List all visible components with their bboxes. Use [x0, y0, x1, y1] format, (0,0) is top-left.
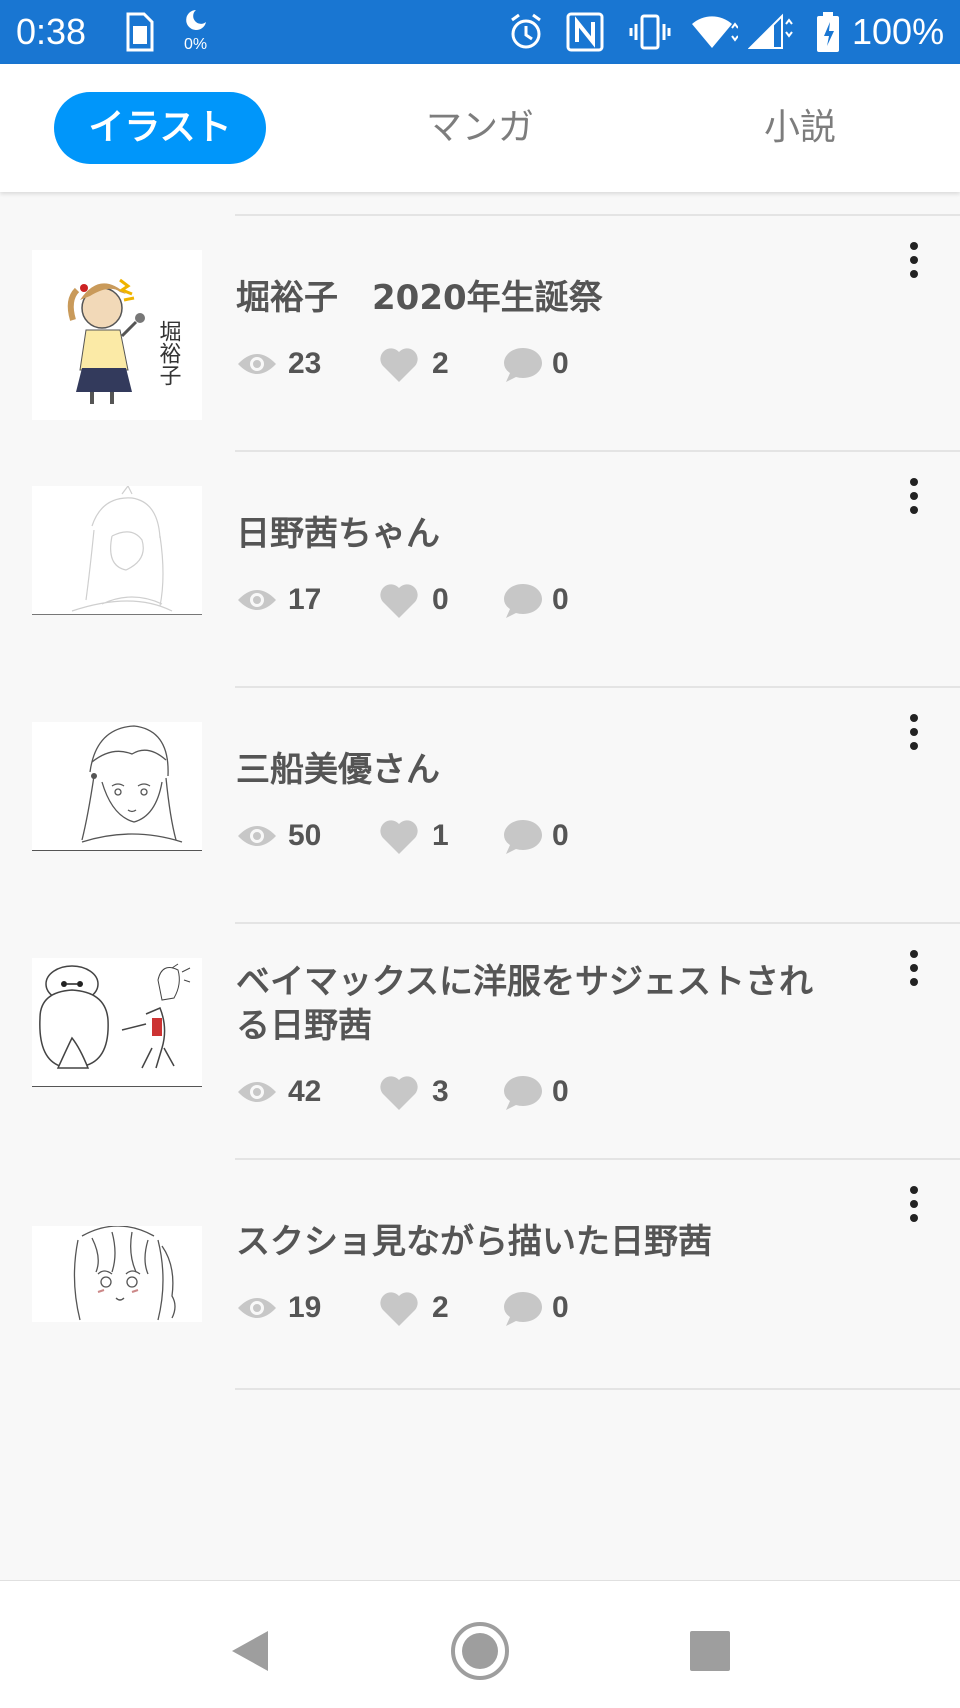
heart-icon [380, 348, 418, 382]
eye-icon [238, 1298, 276, 1318]
work-title[interactable]: スクショ見ながら描いた日野茜 [236, 1220, 876, 1264]
eye-icon [238, 826, 276, 846]
wifi-icon [692, 16, 738, 48]
sim-icon [126, 12, 154, 52]
data-saver-icon [186, 10, 206, 30]
more-options-icon[interactable] [898, 710, 930, 758]
list-item[interactable]: スクショ見ながら描いた日野茜 19 2 0 [0, 1160, 960, 1392]
heart-icon [380, 1076, 418, 1110]
comments-count: 0 [552, 1291, 569, 1324]
views-count: 42 [288, 1075, 322, 1108]
comment-icon [504, 348, 542, 382]
illustration-image [81, 725, 183, 843]
work-title-line-2: る日野茜 [236, 1006, 372, 1046]
list-item[interactable]: 堀裕子 堀裕子 2020年生誕祭 23 2 0 [0, 216, 960, 448]
system-nav-bar [0, 1580, 960, 1708]
category-tabs: イラスト マンガ 小説 [0, 64, 960, 192]
home-button[interactable] [440, 1611, 520, 1691]
list-item[interactable]: 三船美優さん 50 1 0 [0, 688, 960, 920]
status-time: 0:38 [16, 11, 87, 52]
work-thumbnail[interactable] [32, 1226, 202, 1322]
recents-icon [690, 1631, 730, 1671]
more-options-icon[interactable] [898, 1182, 930, 1230]
comments-count: 0 [552, 347, 569, 380]
comment-icon [504, 1076, 542, 1110]
likes-count: 3 [432, 1075, 449, 1108]
nfc-icon [566, 12, 604, 52]
views-count: 23 [288, 347, 322, 380]
likes-count: 2 [432, 1291, 449, 1324]
more-options-icon[interactable] [898, 474, 930, 522]
illustration-image [39, 963, 191, 1069]
alarm-icon [511, 13, 541, 49]
status-bar: 0:38 0% 100% [0, 0, 960, 64]
work-thumbnail[interactable] [32, 486, 202, 615]
list-item[interactable]: ベイマックスに洋服をサジェストされ る日野茜 42 3 0 [0, 924, 960, 1156]
heart-icon [380, 1292, 418, 1326]
comment-icon [504, 820, 542, 854]
list-divider [235, 1388, 960, 1390]
comment-icon [504, 584, 542, 618]
comment-icon [504, 1292, 542, 1326]
comments-count: 0 [552, 819, 569, 852]
work-title-line-1: ベイマックスに洋服をサジェストされ [236, 962, 813, 1002]
vibrate-icon [629, 14, 671, 50]
eye-icon [238, 354, 276, 374]
views-count: 50 [288, 819, 322, 852]
illustration-image [73, 1226, 176, 1321]
list-item[interactable]: 日野茜ちゃん 17 0 0 [0, 452, 960, 684]
data-usage-text: 0% [184, 36, 208, 53]
eye-icon [238, 590, 276, 610]
tab-manga[interactable]: マンガ [380, 92, 580, 164]
work-thumbnail[interactable] [32, 722, 202, 851]
more-options-icon[interactable] [898, 238, 930, 286]
likes-count: 0 [432, 583, 449, 616]
work-thumbnail[interactable] [32, 958, 202, 1087]
comments-count: 0 [552, 583, 569, 616]
work-title[interactable]: 日野茜ちゃん [236, 512, 876, 556]
work-thumbnail[interactable]: 堀裕子 [32, 250, 202, 420]
likes-count: 1 [432, 819, 449, 852]
comments-count: 0 [552, 1075, 569, 1108]
views-count: 17 [288, 583, 322, 616]
battery-icon [817, 12, 839, 52]
thumb-handwriting: 堀裕子 [156, 320, 182, 386]
work-title[interactable]: 三船美優さん [236, 748, 876, 792]
heart-icon [380, 820, 418, 854]
recents-button[interactable] [670, 1611, 750, 1691]
battery-percent: 100% [852, 11, 945, 52]
tab-illust[interactable]: イラスト [54, 92, 266, 164]
more-options-icon[interactable] [898, 946, 930, 994]
work-title[interactable]: ベイマックスに洋服をサジェストされ る日野茜 [236, 960, 876, 1048]
tab-novel[interactable]: 小説 [700, 92, 900, 164]
illustration-image: 堀裕子 [67, 278, 182, 404]
eye-icon [238, 1082, 276, 1102]
illustration-image [71, 486, 173, 612]
back-button[interactable] [210, 1611, 290, 1691]
views-count: 19 [288, 1291, 322, 1324]
back-icon [232, 1631, 268, 1671]
home-icon [451, 1622, 509, 1680]
heart-icon [380, 584, 418, 618]
likes-count: 2 [432, 347, 449, 380]
work-title[interactable]: 堀裕子 2020年生誕祭 [236, 276, 876, 320]
signal-icon [748, 13, 793, 49]
